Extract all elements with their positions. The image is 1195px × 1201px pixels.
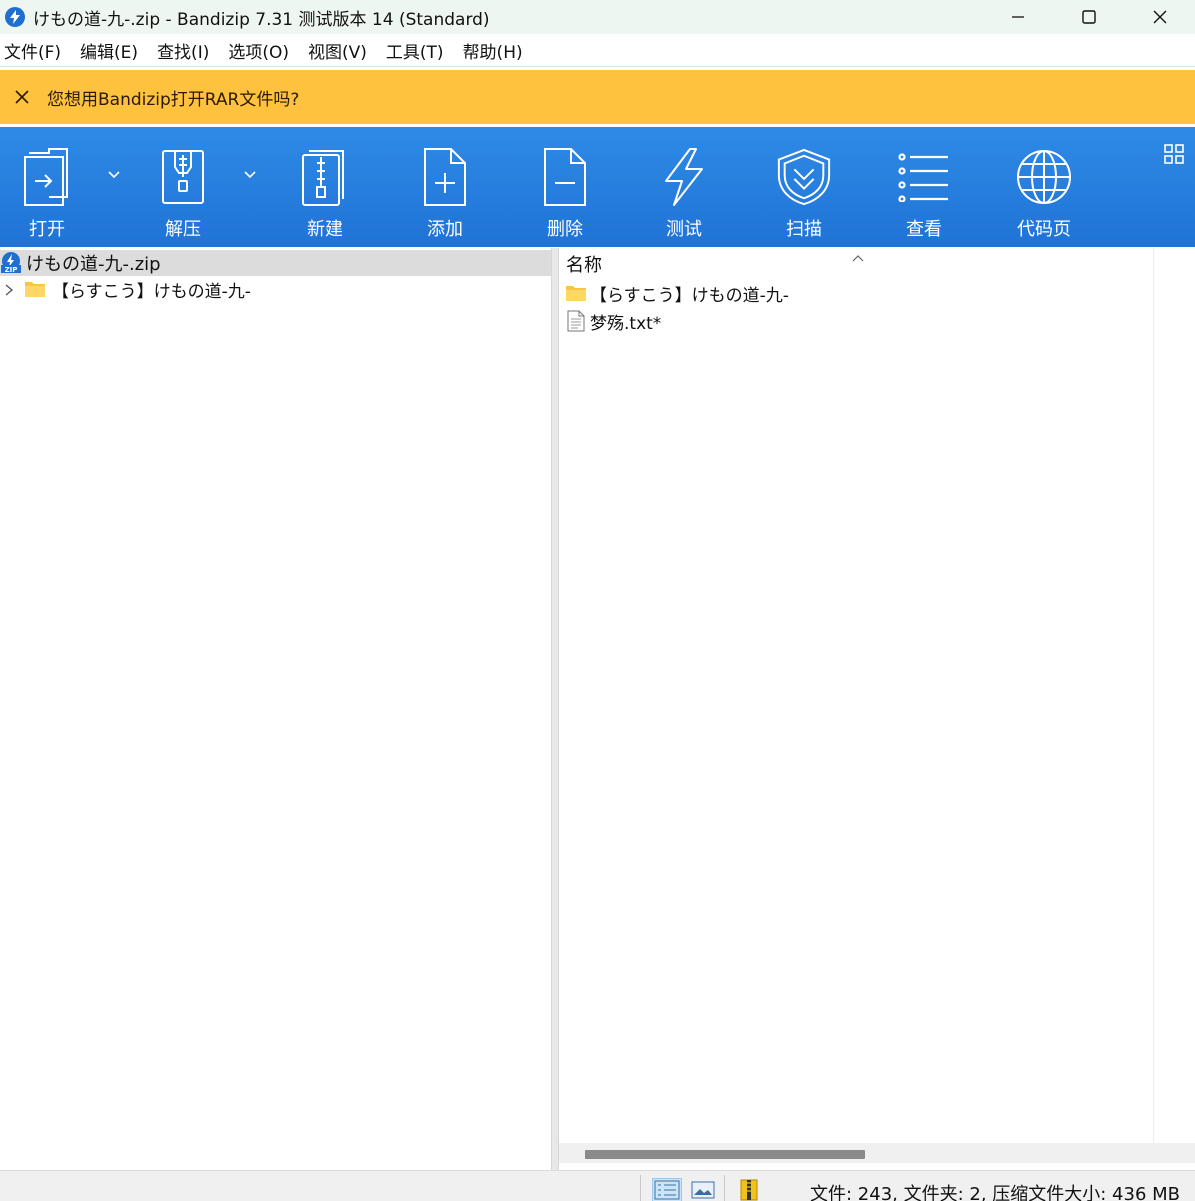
file-row-name: 【らすこう】けもの道-九- — [590, 285, 789, 306]
thumbnail-view-icon[interactable] — [688, 1178, 718, 1201]
sort-ascending-icon — [851, 248, 865, 262]
menu-edit[interactable]: 编辑(E) — [76, 38, 142, 63]
window-title: けもの道-九-.zip - Bandizip 7.31 测试版本 14 (Sta… — [33, 9, 490, 30]
new-archive-label: 新建 — [307, 219, 343, 240]
main-toolbar: 打开 解压 新建 添加 删除 测试 扫描 查看 代码页 — [0, 127, 1195, 247]
layout-toggle-icon[interactable] — [1163, 143, 1185, 165]
delete-label: 删除 — [547, 219, 583, 240]
folder-icon — [24, 280, 46, 298]
file-list-pane: 名称 【らすこう】けもの道-九- 梦殇.txt* — [559, 248, 1195, 1170]
menu-view[interactable]: 视图(V) — [304, 38, 371, 63]
scan-button[interactable]: 扫描 — [754, 127, 854, 247]
folder-tree-pane: ZIP けもの道-九-.zip 【らすこう】けもの道-九- — [0, 248, 551, 1170]
extract-icon — [154, 147, 212, 207]
notice-link[interactable]: 您想用Bandizip打开RAR文件吗? — [47, 85, 299, 110]
status-bar: 文件: 243, 文件夹: 2, 压缩文件大小: 436 MB — [0, 1170, 1195, 1201]
codepage-button[interactable]: 代码页 — [994, 127, 1094, 247]
tree-folder-item[interactable]: 【らすこう】けもの道-九- — [0, 276, 551, 302]
menu-bar: 文件(F) 编辑(E) 查找(I) 选项(O) 视图(V) 工具(T) 帮助(H… — [0, 34, 1195, 67]
menu-file[interactable]: 文件(F) — [0, 38, 65, 63]
delete-icon — [536, 147, 594, 207]
column-name-label: 名称 — [566, 255, 602, 276]
view-label: 查看 — [906, 219, 942, 240]
menu-help[interactable]: 帮助(H) — [459, 38, 527, 63]
test-label: 测试 — [666, 219, 702, 240]
svg-text:ZIP: ZIP — [5, 266, 18, 274]
tree-folder-label: 【らすこう】けもの道-九- — [52, 281, 251, 302]
file-row-text-file[interactable]: 梦殇.txt* — [559, 307, 1153, 335]
details-view-icon[interactable] — [652, 1178, 682, 1201]
minimize-button[interactable] — [982, 0, 1053, 34]
add-icon — [416, 147, 474, 207]
add-label: 添加 — [427, 219, 463, 240]
globe-icon — [1015, 147, 1073, 207]
rar-association-notice: 您想用Bandizip打开RAR文件吗? — [0, 70, 1195, 124]
test-button[interactable]: 测试 — [634, 127, 734, 247]
open-label: 打开 — [29, 219, 65, 240]
codepage-label: 代码页 — [1017, 219, 1071, 240]
status-separator — [640, 1175, 641, 1201]
new-archive-icon — [296, 147, 354, 207]
scan-label: 扫描 — [786, 219, 822, 240]
column-divider[interactable] — [1153, 248, 1154, 1143]
status-summary: 文件: 243, 文件夹: 2, 压缩文件大小: 436 MB — [810, 1184, 1181, 1201]
archive-info-icon[interactable] — [734, 1178, 764, 1201]
open-dropdown-chevron-icon[interactable] — [105, 165, 123, 183]
open-button[interactable]: 打开 — [0, 127, 97, 247]
new-archive-button[interactable]: 新建 — [275, 127, 375, 247]
title-bar: けもの道-九-.zip - Bandizip 7.31 测试版本 14 (Sta… — [0, 0, 1195, 34]
horizontal-scrollbar-thumb[interactable] — [585, 1150, 865, 1159]
view-icon — [895, 147, 953, 207]
file-row-folder[interactable]: 【らすこう】けもの道-九- — [559, 279, 1153, 307]
text-file-icon — [565, 310, 587, 332]
maximize-button[interactable] — [1053, 0, 1124, 34]
close-button[interactable] — [1124, 0, 1195, 34]
test-icon — [655, 147, 713, 207]
extract-button[interactable]: 解压 — [133, 127, 233, 247]
zip-archive-icon: ZIP — [1, 252, 21, 274]
tree-root-label: けもの道-九-.zip — [26, 254, 161, 275]
folder-icon — [565, 283, 587, 303]
bandizip-logo-icon — [5, 7, 25, 27]
menu-find[interactable]: 查找(I) — [153, 38, 213, 63]
horizontal-scrollbar[interactable] — [559, 1143, 1195, 1163]
menu-options[interactable]: 选项(O) — [224, 38, 293, 63]
extract-dropdown-chevron-icon[interactable] — [241, 165, 259, 183]
column-header-name[interactable]: 名称 — [559, 248, 1153, 280]
open-icon — [18, 147, 76, 207]
menu-tools[interactable]: 工具(T) — [382, 38, 448, 63]
file-row-name: 梦殇.txt* — [590, 313, 662, 334]
expand-chevron-icon[interactable] — [2, 282, 16, 296]
pane-splitter[interactable] — [551, 248, 559, 1170]
scan-icon — [775, 147, 833, 207]
status-separator — [724, 1175, 725, 1201]
notice-close-icon[interactable] — [11, 86, 33, 108]
tree-root-item[interactable]: ZIP けもの道-九-.zip — [0, 250, 551, 276]
view-button[interactable]: 查看 — [874, 127, 974, 247]
delete-button[interactable]: 删除 — [515, 127, 615, 247]
extract-label: 解压 — [165, 219, 201, 240]
add-button[interactable]: 添加 — [395, 127, 495, 247]
